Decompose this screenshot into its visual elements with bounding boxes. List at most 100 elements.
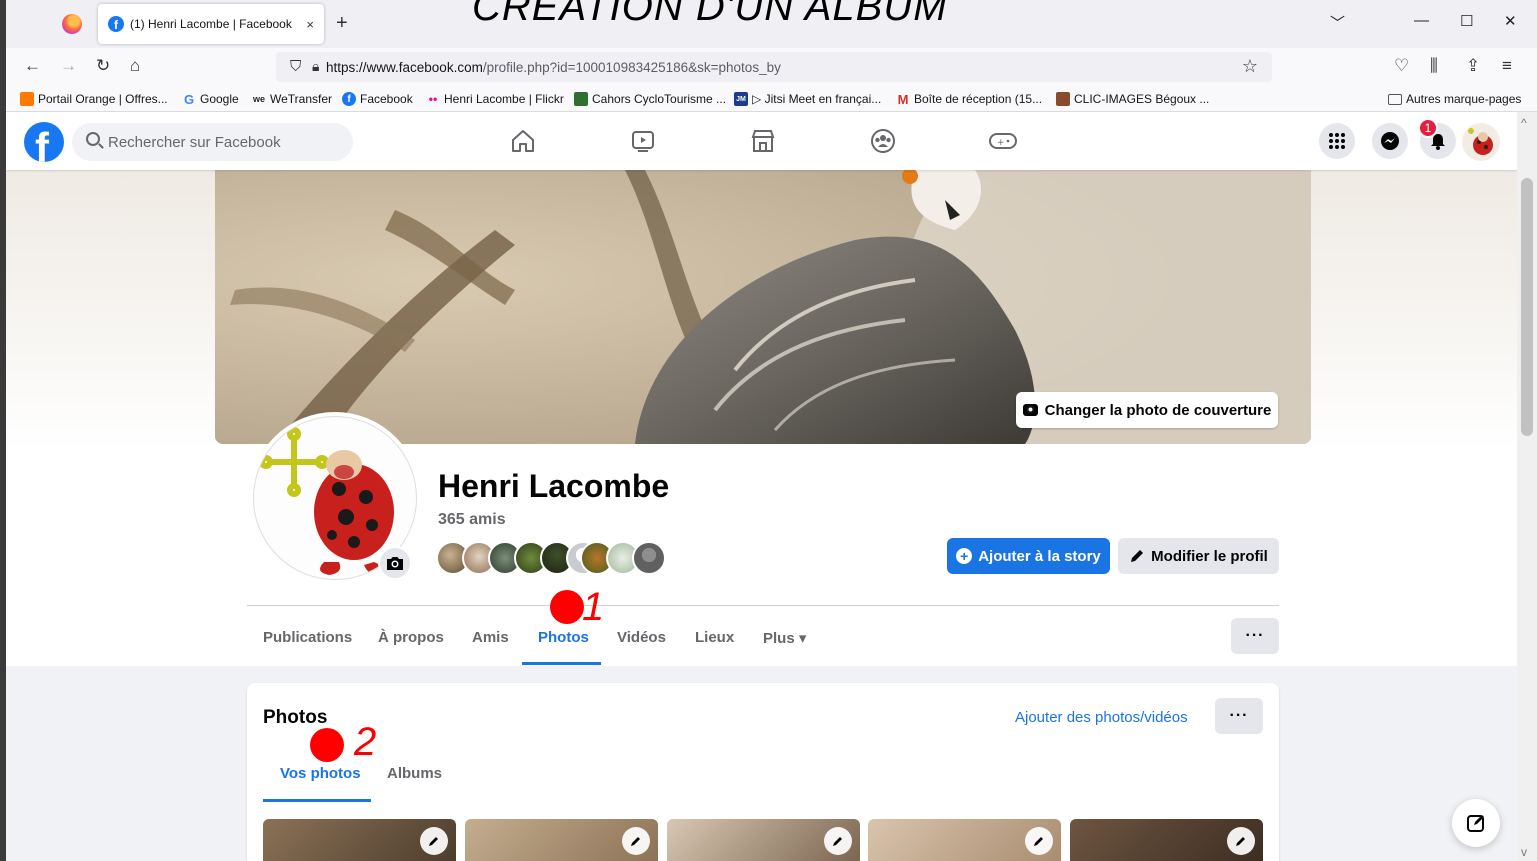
annotation-dot-1 [550, 590, 584, 624]
maximize-button[interactable]: ☐ [1460, 12, 1473, 30]
url-text: https://www.facebook.com/profile.php?id=… [326, 59, 781, 75]
menu-grid-icon[interactable] [1319, 123, 1355, 159]
bookmark-item[interactable]: M Boîte de réception (15... [896, 91, 1043, 107]
friend-avatar[interactable] [632, 541, 666, 575]
bookmark-item[interactable]: we WeTransfer [252, 92, 332, 106]
gaming-nav-icon[interactable]: + [988, 126, 1018, 156]
photo-thumbnail[interactable] [1070, 819, 1263, 861]
bookmark-item[interactable]: JM ▷ Jitsi Meet en françai... [734, 92, 881, 106]
compose-icon [1467, 815, 1484, 832]
profile-name: Henri Lacombe [438, 468, 670, 504]
edit-pencil-icon[interactable] [1025, 827, 1053, 855]
page-scrollbar[interactable]: ^ v [1517, 112, 1537, 861]
scroll-thumb[interactable] [1521, 178, 1533, 436]
lock-icon[interactable]: 🔒︎ [312, 58, 319, 75]
bookmark-star-icon[interactable]: ☆ [1242, 56, 1258, 77]
edit-profile-button[interactable]: Modifier le profil [1118, 538, 1279, 574]
photos-section-title: Photos [263, 707, 328, 728]
edit-pencil-icon[interactable] [824, 827, 852, 855]
plus-circle-icon: + [956, 548, 973, 564]
add-photos-videos-link[interactable]: Ajouter des photos/vidéos [1015, 709, 1188, 726]
watch-nav-icon[interactable] [628, 126, 658, 156]
active-subtab-indicator [263, 799, 371, 802]
bookmark-item[interactable]: G Google [182, 92, 239, 107]
facebook-search-input[interactable] [72, 123, 353, 161]
new-tab-button[interactable]: + [336, 12, 348, 35]
browser-tab-facebook[interactable]: f (1) Henri Lacombe | Facebook × [98, 4, 324, 44]
close-window-button[interactable]: ✕ [1504, 12, 1517, 30]
profile-more-options-button[interactable]: ··· [1231, 618, 1279, 654]
orange-square-icon [20, 92, 34, 106]
edit-pencil-icon[interactable] [1227, 827, 1255, 855]
bookmark-item[interactable]: CLIC-IMAGES Bégoux ... [1056, 92, 1209, 106]
facebook-logo-icon[interactable]: f [24, 122, 64, 162]
clic-images-icon [1056, 92, 1070, 106]
facebook-icon: f [342, 92, 356, 106]
tab-videos[interactable]: Vidéos [617, 629, 666, 646]
annotation-number-1: 1 [582, 585, 605, 629]
profile-divider [247, 605, 1279, 606]
bookmark-item[interactable]: f Facebook [342, 92, 413, 106]
minimize-button[interactable]: — [1414, 12, 1429, 29]
pocket-icon[interactable]: ♡ [1394, 56, 1409, 76]
scroll-up-icon[interactable]: ^ [1521, 116, 1527, 130]
friends-count-link[interactable]: 365 amis [438, 511, 506, 529]
cahors-icon [574, 92, 588, 106]
tab-title: (1) Henri Lacombe | Facebook [130, 17, 292, 31]
photo-thumbnail[interactable] [667, 819, 860, 861]
forward-arrow-icon[interactable]: → [60, 56, 77, 76]
bookmark-item[interactable]: •• Henri Lacombe | Flickr [426, 92, 564, 106]
update-profile-picture-button[interactable] [378, 546, 412, 580]
library-icon[interactable]: ⫼ [1430, 56, 1438, 76]
subtab-your-photos[interactable]: Vos photos [280, 765, 361, 782]
list-tabs-icon[interactable]: ﹀ [1330, 12, 1345, 33]
change-cover-photo-button[interactable]: Changer la photo de couverture [1016, 392, 1278, 428]
new-message-compose-button[interactable] [1452, 799, 1500, 847]
edit-pencil-icon[interactable] [622, 827, 650, 855]
firefox-logo-icon[interactable] [62, 14, 82, 34]
groups-nav-icon[interactable] [868, 126, 898, 156]
photos-more-options-button[interactable]: ··· [1215, 698, 1263, 734]
menu-hamburger-icon[interactable]: ≡ [1502, 56, 1512, 76]
folder-icon [1388, 93, 1402, 105]
pencil-icon [1131, 550, 1144, 562]
tab-about[interactable]: À propos [378, 629, 444, 646]
reload-icon[interactable]: ↻ [96, 56, 110, 76]
home-nav-icon[interactable] [508, 126, 538, 156]
facebook-top-nav: f + 1 [6, 112, 1517, 170]
tab-friends[interactable]: Amis [472, 629, 509, 646]
subtab-albums[interactable]: Albums [387, 765, 442, 782]
back-arrow-icon[interactable]: ← [24, 56, 41, 76]
add-to-story-button[interactable]: + Ajouter à la story [947, 538, 1110, 574]
gmail-icon: M [897, 91, 909, 107]
tracking-shield-icon[interactable]: ⛉ [290, 58, 301, 75]
tab-publications[interactable]: Publications [263, 629, 352, 646]
photo-thumbnail[interactable] [263, 819, 456, 861]
window-edge [0, 0, 6, 861]
tutorial-overlay-title: CRÉATION D'UN ALBUM [472, 0, 948, 29]
tab-places[interactable]: Lieux [695, 629, 734, 646]
bookmark-item[interactable]: Cahors CycloTourisme ... [574, 92, 726, 106]
messenger-icon[interactable] [1372, 123, 1408, 159]
photo-thumbnail[interactable] [868, 819, 1061, 861]
tab-close-icon[interactable]: × [306, 17, 314, 32]
account-avatar[interactable] [1462, 123, 1500, 161]
other-bookmarks[interactable]: Autres marque-pages [1388, 92, 1521, 106]
tab-photos[interactable]: Photos [538, 629, 589, 646]
facebook-favicon-icon: f [108, 16, 124, 32]
camera-icon [1022, 404, 1038, 416]
tab-more[interactable]: Plus ▾ [763, 629, 806, 647]
photo-thumbnail[interactable] [465, 819, 658, 861]
edit-pencil-icon[interactable] [420, 827, 448, 855]
scroll-down-icon[interactable]: v [1521, 845, 1527, 859]
bookmark-item[interactable]: Portail Orange | Offres... [20, 92, 168, 106]
browser-nav-bar: ← → ↻ ⌂ ⛉ 🔒︎ https://www.facebook.com/pr… [6, 48, 1537, 86]
marketplace-nav-icon[interactable] [748, 126, 778, 156]
share-icon[interactable]: ⇪ [1466, 56, 1480, 76]
home-icon[interactable]: ⌂ [130, 56, 140, 76]
url-bar[interactable]: ⛉ 🔒︎ https://www.facebook.com/profile.ph… [276, 52, 1272, 82]
flickr-icon: •• [428, 92, 438, 106]
bookmarks-bar: Portail Orange | Offres... G Google we WeT… [6, 86, 1537, 112]
jitsi-icon: JM [734, 92, 748, 106]
wetransfer-icon: we [252, 94, 265, 104]
